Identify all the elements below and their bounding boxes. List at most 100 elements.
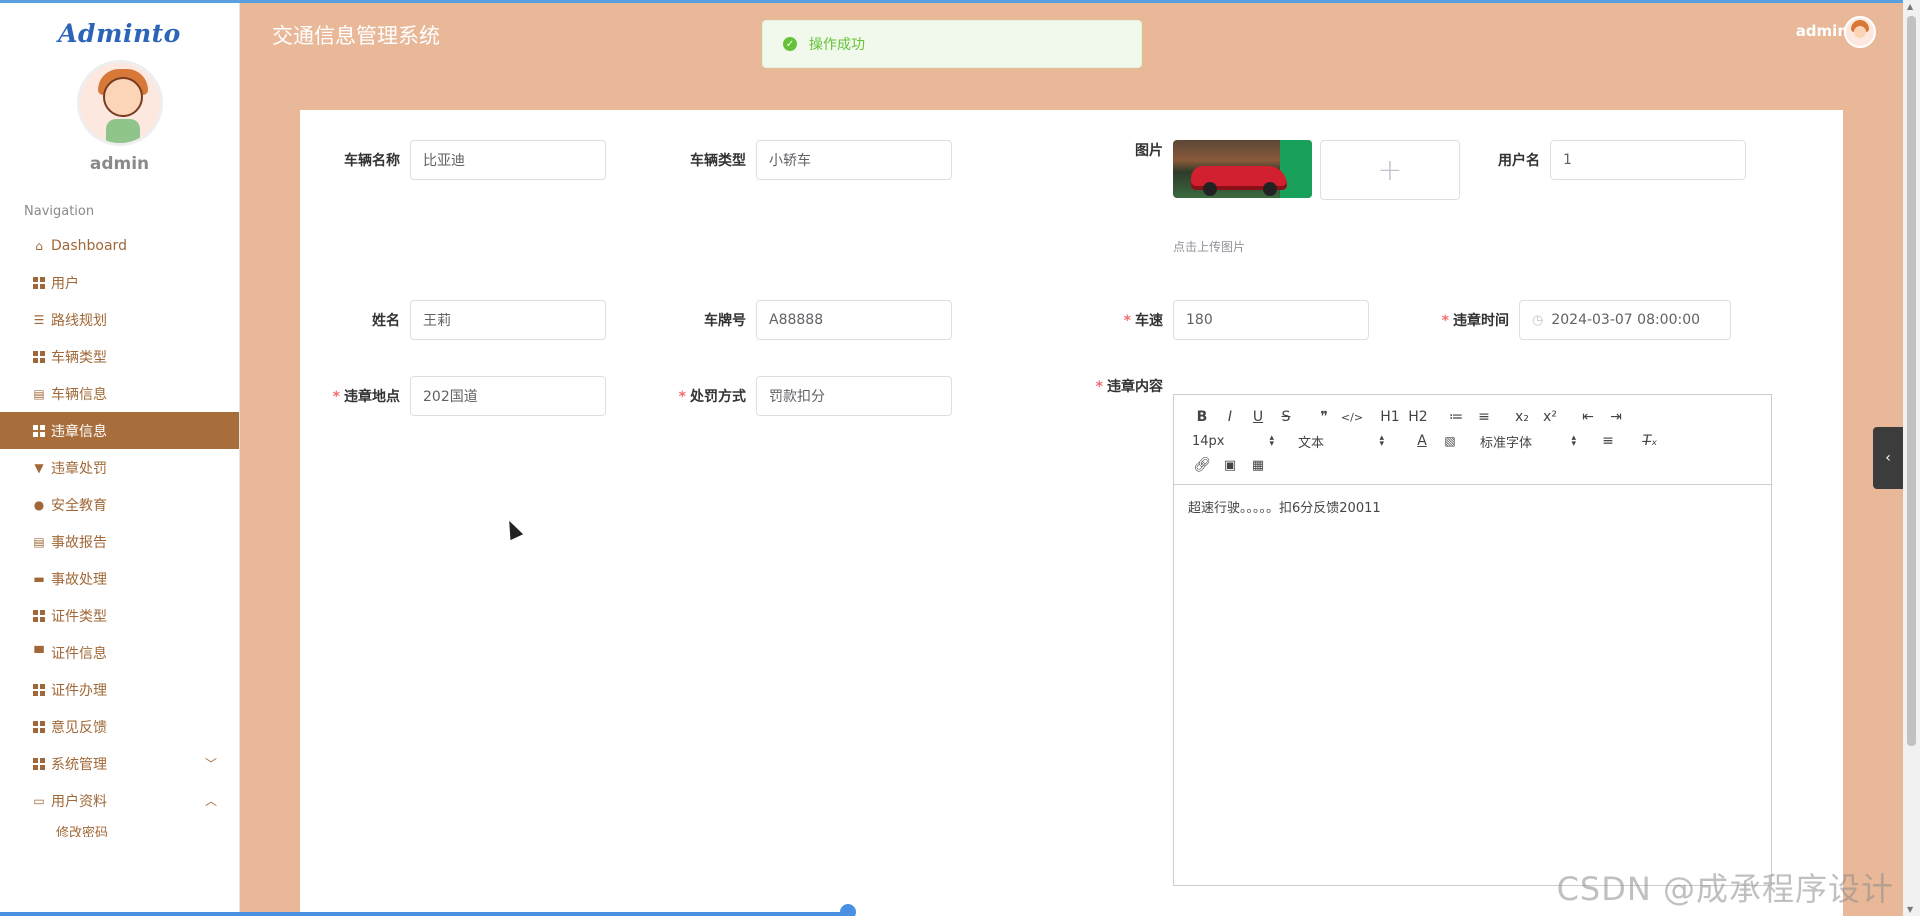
sidebar-item-label: 意见反馈 <box>51 719 107 736</box>
vehicle-name-field: 车辆名称 比亚迪 <box>300 140 606 180</box>
plate-input[interactable]: A88888 <box>756 300 952 340</box>
grid-icon <box>32 683 46 697</box>
strike-button[interactable]: S <box>1272 409 1300 425</box>
violation-time-field: * 违章时间 ◷ 2024-03-07 08:00:00 <box>1409 300 1731 340</box>
plate-field: 车牌号 A88888 <box>646 300 952 340</box>
sidebar-item-label: 车辆类型 <box>51 349 107 366</box>
top-progress-strip <box>0 0 1920 3</box>
outdent-button[interactable]: ⇤ <box>1574 409 1602 425</box>
sidebar-item-label: 违章信息 <box>51 423 107 440</box>
clear-format-icon[interactable]: T̶ₓ <box>1636 433 1664 449</box>
nav-section-title: Navigation <box>24 204 95 219</box>
success-check-icon: ✓ <box>783 37 797 51</box>
header-username[interactable]: admin <box>1796 22 1848 40</box>
sidebar-item-dashboard[interactable]: ⌂ Dashboard <box>0 227 239 264</box>
sidebar-item-violations[interactable]: 违章信息 <box>0 412 239 449</box>
penalty-label: * 处罚方式 <box>678 389 746 405</box>
speed-input[interactable]: 180 <box>1173 300 1369 340</box>
page-scrollbar[interactable]: ▲ ▼ <box>1903 0 1920 916</box>
uploaded-car-image[interactable] <box>1173 140 1312 198</box>
header-avatar[interactable] <box>1844 16 1876 48</box>
sidebar-item-safety-education[interactable]: ● 安全教育 <box>0 486 239 523</box>
content-field: * 违章内容 <box>1063 376 1173 396</box>
sidebar-item-license-info[interactable]: ▀ 证件信息 <box>0 634 239 671</box>
sidebar-item-accident-report[interactable]: ▤ 事故报告 <box>0 523 239 560</box>
sidebar-item-accident-handling[interactable]: ▬ 事故处理 <box>0 560 239 597</box>
vehicle-type-input[interactable]: 小轿车 <box>756 140 952 180</box>
ticket-icon: ▬ <box>33 571 45 586</box>
vehicle-name-label: 车辆名称 <box>344 153 400 169</box>
violation-time-value: 2024-03-07 08:00:00 <box>1551 312 1701 328</box>
username-field: 用户名 1 <box>1440 140 1746 180</box>
code-button[interactable]: </> <box>1338 411 1366 424</box>
sidebar-item-route-planning[interactable]: ☰ 路线规划 <box>0 301 239 338</box>
link-icon[interactable]: 🔗︎ <box>1188 457 1216 473</box>
bottom-progress-handle[interactable] <box>840 904 856 916</box>
sidebar-item-label: 用户资料 <box>51 793 107 810</box>
sidebar-subitem-change-password[interactable]: 修改密码 <box>0 819 239 837</box>
upload-tip: 点击上传图片 <box>1173 240 1246 254</box>
background-color-icon[interactable]: ▧ <box>1436 434 1464 448</box>
bottom-progress-bar <box>0 912 850 916</box>
pin-icon: ▼ <box>34 460 44 475</box>
editor-content[interactable]: 超速行驶。。。。。扣6分反馈20011 <box>1174 485 1771 528</box>
sidebar-item-vehicle-types[interactable]: 车辆类型 <box>0 338 239 375</box>
image-insert-icon[interactable]: ▣ <box>1216 458 1244 473</box>
toolbar-row-2: 14px ▴ ▾ 文本 ▴ ▾ A ▧ 标准字体 ▴ ▾ ≡ T̶ₓ <box>1188 429 1757 453</box>
superscript-button[interactable]: x² <box>1536 409 1564 425</box>
editor-toolbar: B I U S ❞ </> H1 H2 ≔ ≡ x₂ x² ⇤ ⇥ 14px ▴ ▾ <box>1174 395 1771 485</box>
sidebar-item-label: 证件类型 <box>51 608 107 625</box>
list-icon: ☰ <box>33 312 45 327</box>
violation-time-picker[interactable]: ◷ 2024-03-07 08:00:00 <box>1519 300 1731 340</box>
name-input[interactable]: 王莉 <box>410 300 606 340</box>
subscript-button[interactable]: x₂ <box>1508 409 1536 425</box>
vehicle-name-input[interactable]: 比亚迪 <box>410 140 606 180</box>
sidebar-item-license-types[interactable]: 证件类型 <box>0 597 239 634</box>
video-insert-icon[interactable]: ▦ <box>1244 458 1272 473</box>
font-family-select[interactable]: 标准字体 ▴ ▾ <box>1480 432 1576 451</box>
home-icon: ⌂ <box>35 238 43 253</box>
rich-text-editor: B I U S ❞ </> H1 H2 ≔ ≡ x₂ x² ⇤ ⇥ 14px ▴ ▾ <box>1173 394 1772 886</box>
sidebar-item-label: 事故报告 <box>51 534 107 551</box>
location-field: * 违章地点 202国道 <box>300 376 606 416</box>
toolbar-row-1: B I U S ❞ </> H1 H2 ≔ ≡ x₂ x² ⇤ ⇥ <box>1188 405 1757 429</box>
sidebar-item-violation-penalty[interactable]: ▼ 违章处罚 <box>0 449 239 486</box>
ordered-list-button[interactable]: ≔ <box>1442 409 1470 425</box>
side-panel-toggle[interactable]: ‹ <box>1873 427 1903 489</box>
sidebar-item-vehicle-info[interactable]: ▤ 车辆信息 <box>0 375 239 412</box>
username-input[interactable]: 1 <box>1550 140 1746 180</box>
sidebar-item-label: 用户 <box>51 275 79 292</box>
vehicle-type-label: 车辆类型 <box>690 153 746 169</box>
underline-button[interactable]: U <box>1244 409 1272 425</box>
sidebar-item-system-management[interactable]: 系统管理 ﹀ <box>0 745 239 782</box>
grid-icon <box>32 757 46 771</box>
font-size-select[interactable]: 14px ▴ ▾ <box>1188 434 1274 449</box>
scroll-down-icon[interactable]: ▼ <box>1907 905 1913 914</box>
clock-icon: ◷ <box>1532 312 1544 328</box>
indent-button[interactable]: ⇥ <box>1602 409 1630 425</box>
bold-button[interactable]: B <box>1188 409 1216 425</box>
scroll-up-icon[interactable]: ▲ <box>1907 2 1913 11</box>
bullet-list-button[interactable]: ≡ <box>1470 409 1498 425</box>
blockquote-button[interactable]: ❞ <box>1310 409 1338 425</box>
upload-plus-button[interactable]: + <box>1320 140 1460 200</box>
image-field: 图片 <box>1063 140 1173 160</box>
font-color-icon[interactable]: A <box>1408 433 1436 449</box>
block-type-select[interactable]: 文本 ▴ ▾ <box>1298 432 1384 451</box>
sidebar-avatar[interactable] <box>76 60 163 146</box>
h1-button[interactable]: H1 <box>1376 409 1404 425</box>
penalty-input[interactable]: 罚款扣分 <box>756 376 952 416</box>
comment-icon: ▀ <box>34 645 44 660</box>
sidebar-item-user-profile[interactable]: ▭ 用户资料 ︿ <box>0 782 239 819</box>
grid-icon <box>32 609 46 623</box>
sidebar-item-feedback[interactable]: 意见反馈 <box>0 708 239 745</box>
location-input[interactable]: 202国道 <box>410 376 606 416</box>
italic-button[interactable]: I <box>1216 409 1244 425</box>
scrollbar-thumb[interactable] <box>1907 16 1916 746</box>
align-icon[interactable]: ≡ <box>1594 433 1622 449</box>
toolbar-row-3: 🔗︎ ▣ ▦ <box>1188 453 1757 477</box>
sidebar-item-license-processing[interactable]: 证件办理 <box>0 671 239 708</box>
h2-button[interactable]: H2 <box>1404 409 1432 425</box>
app-logo[interactable]: Adminto <box>0 19 239 48</box>
sidebar-item-users[interactable]: 用户 <box>0 264 239 301</box>
